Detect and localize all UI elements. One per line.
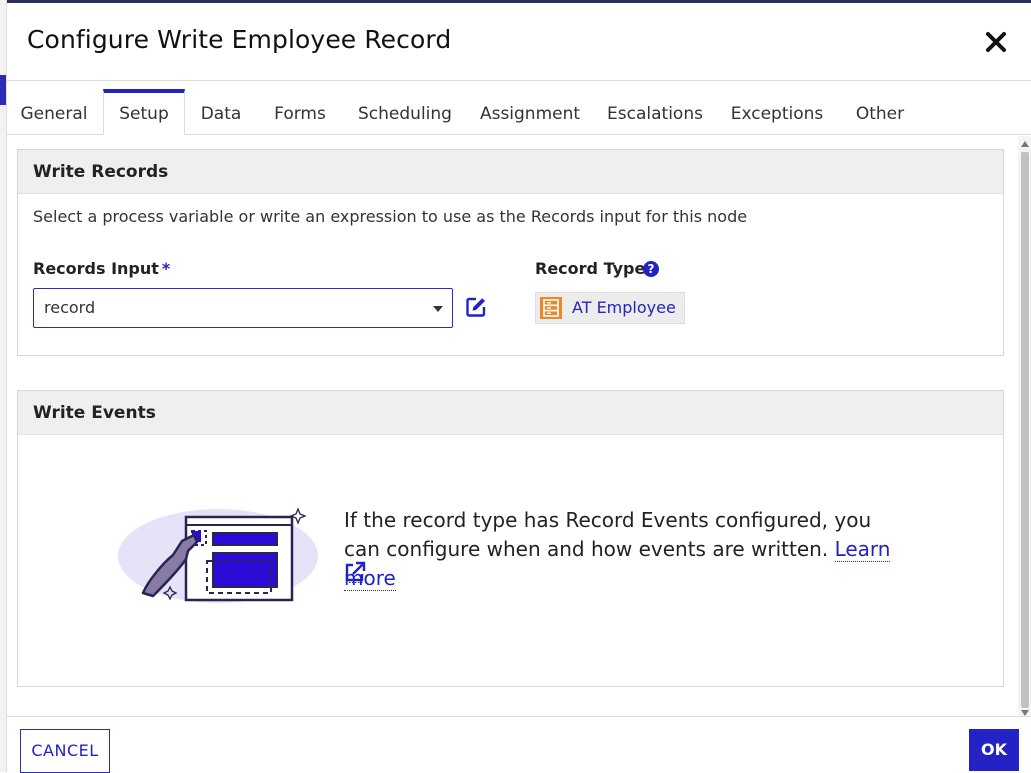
required-marker: * [161,259,171,278]
configure-dialog: Configure Write Employee Record General … [7,3,1031,773]
dialog-footer: CANCEL OK [7,716,1031,773]
close-icon[interactable] [983,29,1009,55]
cancel-button[interactable]: CANCEL [20,729,110,773]
write-events-illustration [118,507,318,603]
dialog-content: Write Records Select a process variable … [7,136,1018,716]
record-type-value: AT Employee [572,298,676,317]
caret-down-icon [433,306,443,312]
records-input-dropdown[interactable]: record [33,288,453,328]
scrollbar-thumb[interactable] [1021,152,1029,708]
tab-bar: General Setup Data Forms Scheduling Assi… [7,89,1031,135]
help-icon[interactable]: ? [643,261,659,277]
content-scrollbar[interactable] [1018,136,1031,718]
edit-icon[interactable] [465,296,487,318]
tab-general[interactable]: General [13,90,95,134]
tab-setup[interactable]: Setup [103,89,185,135]
records-input-value: record [44,298,96,317]
ok-button[interactable]: OK [969,729,1019,771]
scroll-up-arrow-icon[interactable] [1021,141,1029,147]
dialog-header: Configure Write Employee Record [7,3,1031,81]
write-events-message: If the record type has Record Events con… [344,506,904,593]
tab-other[interactable]: Other [847,90,913,134]
write-events-section: Write Events If the record type has Reco… [17,390,1004,687]
background-app-edge [0,0,7,772]
tab-scheduling[interactable]: Scheduling [354,90,456,134]
tab-exceptions[interactable]: Exceptions [727,90,827,134]
external-link-icon[interactable] [344,561,366,583]
tab-assignment[interactable]: Assignment [474,90,586,134]
record-type-label: Record Type [535,259,646,278]
write-events-heading: Write Events [18,391,1003,435]
tab-escalations[interactable]: Escalations [603,90,707,134]
records-input-label-text: Records Input [33,259,159,278]
write-records-description: Select a process variable or write an ex… [33,207,748,226]
record-type-link[interactable]: AT Employee [535,292,685,324]
records-input-label: Records Input * [33,259,170,278]
dialog-title: Configure Write Employee Record [27,25,452,54]
background-accent [0,75,6,105]
write-records-heading: Write Records [18,150,1003,194]
record-type-icon [540,297,562,319]
tab-forms[interactable]: Forms [265,90,335,134]
tab-data[interactable]: Data [191,90,251,134]
write-records-section: Write Records Select a process variable … [17,149,1004,356]
write-events-message-text: If the record type has Record Events con… [344,508,872,561]
